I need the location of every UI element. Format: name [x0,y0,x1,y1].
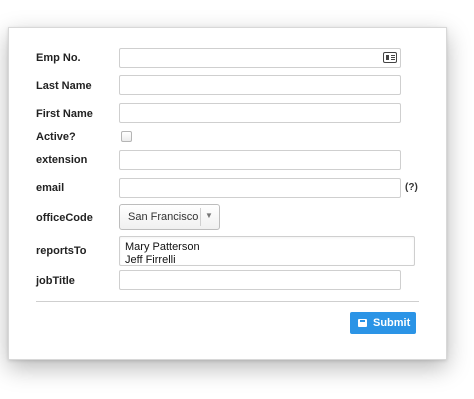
save-icon [358,319,367,327]
email-label: email [36,182,65,194]
reports-to-option[interactable]: Mary Patterson [125,241,200,254]
office-code-label: officeCode [36,212,93,224]
first-name-field[interactable] [119,103,401,123]
reports-to-label: reportsTo [36,245,87,257]
reports-to-option[interactable]: Jeff Firrelli [125,254,176,265]
active-label: Active? [36,131,76,143]
reports-to-listbox[interactable]: Mary Patterson Jeff Firrelli [119,236,415,266]
job-title-field[interactable] [119,270,401,290]
id-card-icon[interactable] [383,52,397,63]
last-name-field[interactable] [119,75,401,95]
emp-no-label: Emp No. [36,52,81,64]
office-code-select[interactable]: San Francisco ▼ [119,204,220,230]
email-field[interactable] [119,178,401,198]
office-code-value: San Francisco [128,211,199,223]
extension-field[interactable] [119,150,401,170]
job-title-label: jobTitle [36,275,75,287]
active-checkbox[interactable] [121,131,132,142]
form-divider [36,301,419,302]
first-name-label: First Name [36,108,93,120]
submit-button[interactable]: Submit [350,312,416,334]
emp-no-field[interactable] [119,48,401,68]
select-divider [200,208,201,226]
last-name-label: Last Name [36,80,92,92]
extension-label: extension [36,154,88,166]
chevron-down-icon: ▼ [205,211,213,220]
form-panel: Emp No. Last Name First Name Active? ext… [8,27,447,360]
email-help-link[interactable]: (?) [405,182,418,193]
submit-label: Submit [373,317,411,329]
